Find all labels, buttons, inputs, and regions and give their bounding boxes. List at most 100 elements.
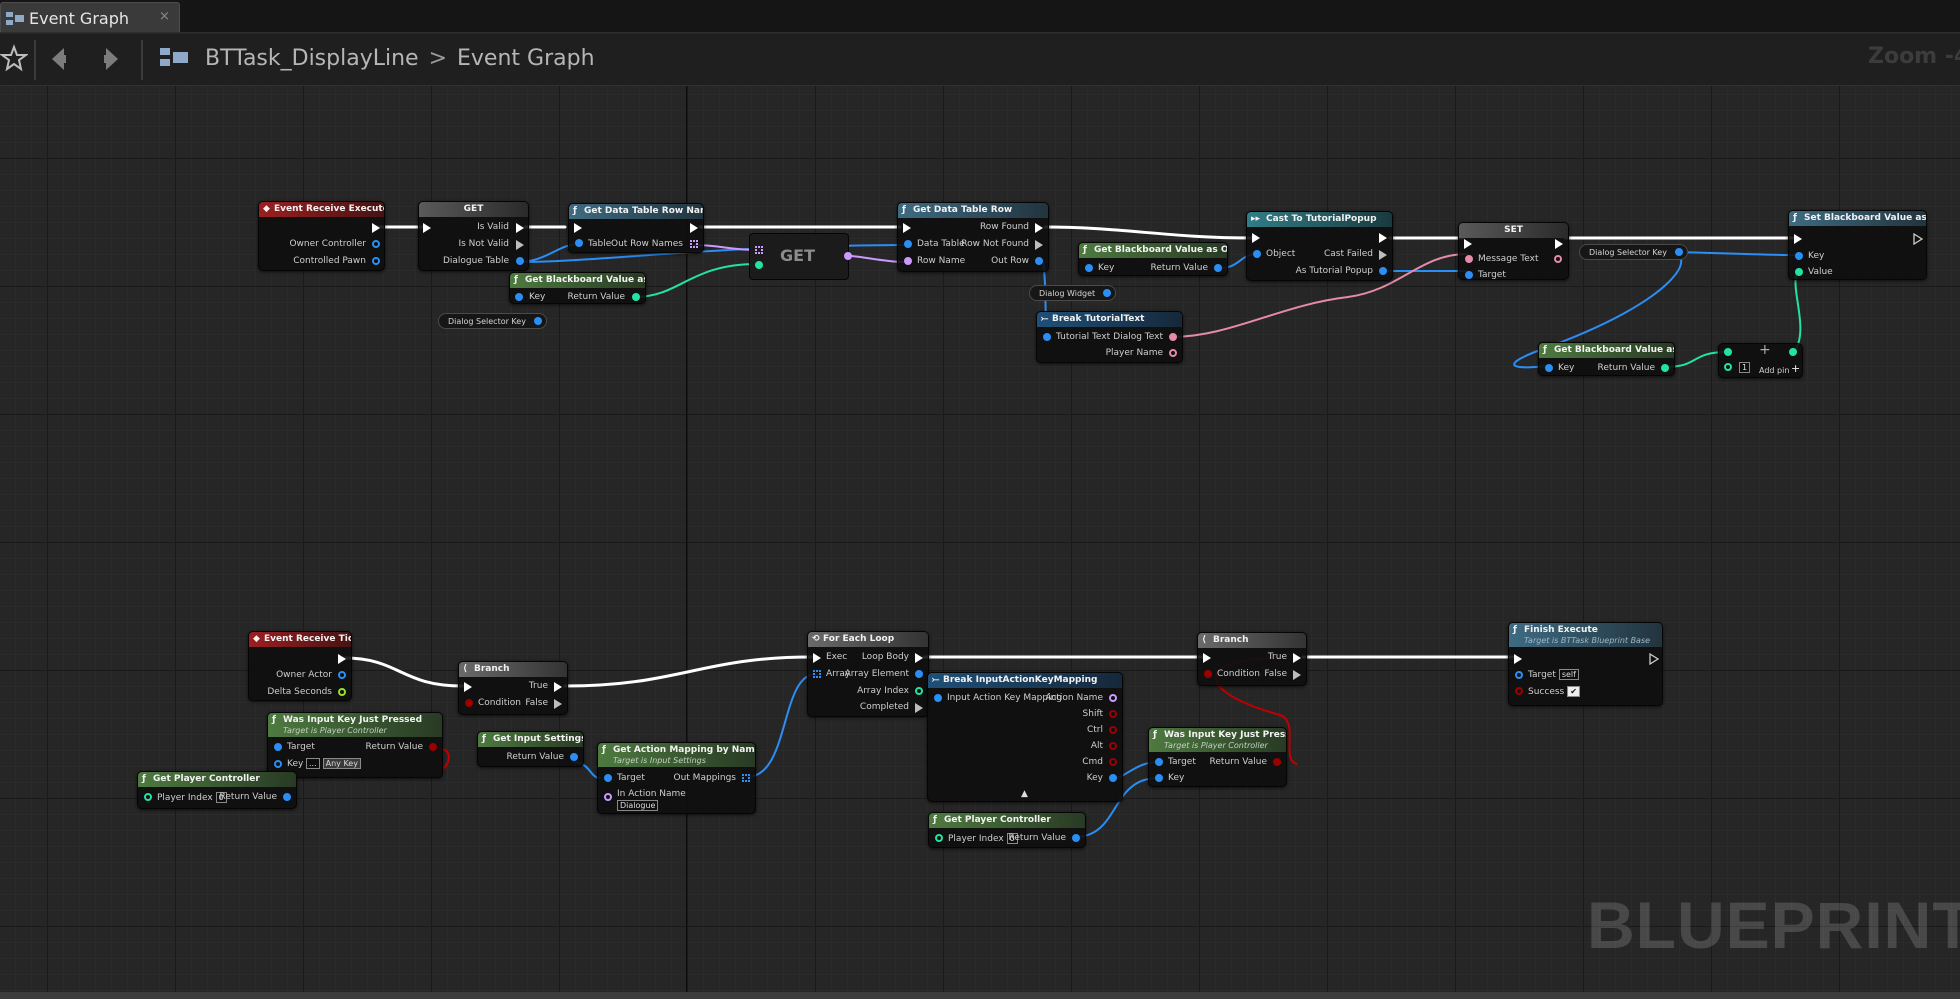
success-checkbox[interactable]: ✔ bbox=[1567, 686, 1580, 697]
exec-in-pin[interactable] bbox=[1464, 239, 1472, 249]
int-pin[interactable] bbox=[1789, 348, 1797, 356]
node-get-input-settings[interactable]: ƒ Get Input Settings Return Value bbox=[477, 731, 584, 767]
variable-dialog-selector-key-2[interactable]: Dialog Selector Key bbox=[1579, 244, 1688, 260]
action-name-input[interactable]: Dialogue bbox=[617, 800, 659, 811]
int-pin[interactable] bbox=[1661, 364, 1669, 372]
array-pin[interactable] bbox=[813, 670, 821, 678]
node-get-blackboard-int-2[interactable]: ƒ Get Blackboard Value as Int Key Return … bbox=[1538, 342, 1675, 376]
variable-dialog-widget[interactable]: Dialog Widget bbox=[1029, 285, 1117, 301]
node-get-player-controller-1[interactable]: ƒ Get Player Controller Player Index 0 Ret… bbox=[137, 771, 297, 809]
exec-out-pin[interactable] bbox=[1035, 223, 1043, 233]
exec-out-pin[interactable] bbox=[1649, 653, 1659, 665]
exec-out-pin[interactable] bbox=[1293, 653, 1301, 663]
back-arrow-icon[interactable] bbox=[44, 44, 76, 76]
exec-out-pin[interactable] bbox=[1035, 240, 1043, 250]
int-pin[interactable] bbox=[915, 687, 923, 695]
struct-pin[interactable] bbox=[1085, 264, 1093, 272]
node-event-receive-execute-ai[interactable]: ◆ Event Receive Execute AI Owner Controll… bbox=[258, 201, 385, 271]
struct-pin[interactable] bbox=[1545, 364, 1553, 372]
struct-pin[interactable] bbox=[1035, 257, 1043, 265]
object-pin[interactable] bbox=[575, 239, 583, 247]
object-pin[interactable] bbox=[1465, 271, 1473, 279]
node-set-message-text[interactable]: SET Message Text Target bbox=[1458, 222, 1569, 280]
node-get-data-table-row[interactable]: ƒ Get Data Table Row Row Found Data Table… bbox=[897, 202, 1049, 272]
exec-out-pin[interactable] bbox=[516, 240, 524, 250]
object-pin[interactable] bbox=[372, 240, 380, 248]
exec-in-pin[interactable] bbox=[1794, 234, 1802, 244]
object-pin[interactable] bbox=[1214, 264, 1222, 272]
bool-pin[interactable] bbox=[1515, 687, 1523, 695]
exec-out-pin[interactable] bbox=[1913, 233, 1923, 245]
exec-out-pin[interactable] bbox=[1379, 250, 1387, 260]
name-pin[interactable] bbox=[844, 252, 852, 260]
struct-pin[interactable] bbox=[1043, 333, 1051, 341]
exec-in-pin[interactable] bbox=[903, 223, 911, 233]
exec-out-pin[interactable] bbox=[516, 223, 524, 233]
key-select[interactable]: Any Key bbox=[322, 758, 361, 769]
struct-pin[interactable] bbox=[1155, 774, 1163, 782]
exec-in-pin[interactable] bbox=[1252, 233, 1260, 243]
node-get-action-mapping-by-name[interactable]: ƒ Get Action Mapping by Name Target is Inp… bbox=[597, 742, 756, 814]
breadcrumb-graph[interactable]: Event Graph bbox=[457, 46, 595, 71]
object-pin[interactable] bbox=[1103, 289, 1112, 297]
exec-in-pin[interactable] bbox=[1514, 654, 1522, 664]
exec-out-pin[interactable] bbox=[1379, 233, 1387, 243]
exec-out-pin[interactable] bbox=[1293, 670, 1301, 680]
exec-in-pin[interactable] bbox=[464, 682, 472, 692]
bool-pin[interactable] bbox=[465, 699, 473, 707]
object-pin[interactable] bbox=[1253, 250, 1261, 258]
float-pin[interactable] bbox=[338, 688, 346, 696]
object-pin[interactable] bbox=[283, 793, 291, 801]
struct-pin[interactable] bbox=[274, 760, 282, 768]
exec-out-pin[interactable] bbox=[915, 653, 923, 663]
exec-out-pin[interactable] bbox=[338, 654, 346, 664]
object-pin[interactable] bbox=[1515, 671, 1523, 679]
close-icon[interactable]: × bbox=[159, 9, 170, 24]
struct-pin[interactable] bbox=[515, 293, 523, 301]
text-pin[interactable] bbox=[1465, 255, 1473, 263]
exec-in-pin[interactable] bbox=[423, 223, 431, 233]
object-pin[interactable] bbox=[570, 753, 578, 761]
node-set-blackboard-int[interactable]: ƒ Set Blackboard Value as Int Key Value bbox=[1788, 210, 1927, 280]
target-self-input[interactable]: self bbox=[1558, 669, 1579, 680]
exec-out-pin[interactable] bbox=[690, 223, 698, 233]
bool-pin[interactable] bbox=[1109, 758, 1117, 766]
node-get-blackboard-object[interactable]: ƒ Get Blackboard Value as Object Key Retu… bbox=[1078, 242, 1228, 276]
node-branch-1[interactable]: ⟨ Branch True Condition False bbox=[458, 661, 568, 715]
node-event-receive-tick[interactable]: ◆ Event Receive Tick Owner Actor Delta Se… bbox=[248, 631, 352, 701]
array-pin[interactable] bbox=[755, 246, 763, 254]
exec-out-pin[interactable] bbox=[554, 682, 562, 692]
bool-pin[interactable] bbox=[429, 743, 437, 751]
name-pin[interactable] bbox=[604, 793, 612, 801]
node-break-input-action-key-mapping[interactable]: ⤚ Break InputActionKeyMapping Input Actio… bbox=[927, 672, 1123, 802]
int-pin[interactable] bbox=[632, 293, 640, 301]
exec-out-pin[interactable] bbox=[915, 703, 923, 713]
node-break-tutorial-text[interactable]: ⤚ Break TutorialText Tutorial Text Dialog… bbox=[1036, 311, 1183, 363]
bool-pin[interactable] bbox=[1109, 742, 1117, 750]
int-pin[interactable] bbox=[935, 834, 943, 842]
breadcrumb-asset[interactable]: BTTask_DisplayLine bbox=[205, 46, 419, 71]
exec-in-pin[interactable] bbox=[813, 653, 821, 663]
exec-in-pin[interactable] bbox=[574, 223, 582, 233]
struct-pin[interactable] bbox=[915, 670, 923, 678]
object-pin[interactable] bbox=[604, 774, 612, 782]
object-pin[interactable] bbox=[274, 743, 282, 751]
object-pin[interactable] bbox=[338, 671, 346, 679]
int-value-input[interactable]: 1 bbox=[1739, 362, 1751, 373]
node-array-get[interactable]: GET bbox=[749, 233, 852, 280]
struct-pin[interactable] bbox=[1674, 248, 1683, 256]
plus-icon[interactable]: + bbox=[1791, 363, 1800, 374]
favorite-star-icon[interactable] bbox=[0, 44, 32, 76]
object-pin[interactable] bbox=[1072, 834, 1080, 842]
array-pin[interactable] bbox=[690, 240, 698, 248]
int-pin[interactable] bbox=[1724, 348, 1732, 356]
bool-pin[interactable] bbox=[1204, 670, 1212, 678]
node-get-player-controller-2[interactable]: ƒ Get Player Controller Player Index 0 Ret… bbox=[928, 812, 1086, 848]
int-pin[interactable] bbox=[755, 261, 763, 269]
int-pin[interactable] bbox=[1795, 268, 1803, 276]
array-pin[interactable] bbox=[742, 774, 750, 782]
node-get-blackboard-int-1[interactable]: ƒ Get Blackboard Value as Int Key Return … bbox=[509, 272, 646, 304]
bool-pin[interactable] bbox=[1109, 710, 1117, 718]
add-pin-label[interactable]: Add pin bbox=[1759, 365, 1789, 376]
node-validated-get[interactable]: GET Is Valid Is Not Valid Dialogue Table bbox=[418, 201, 529, 271]
